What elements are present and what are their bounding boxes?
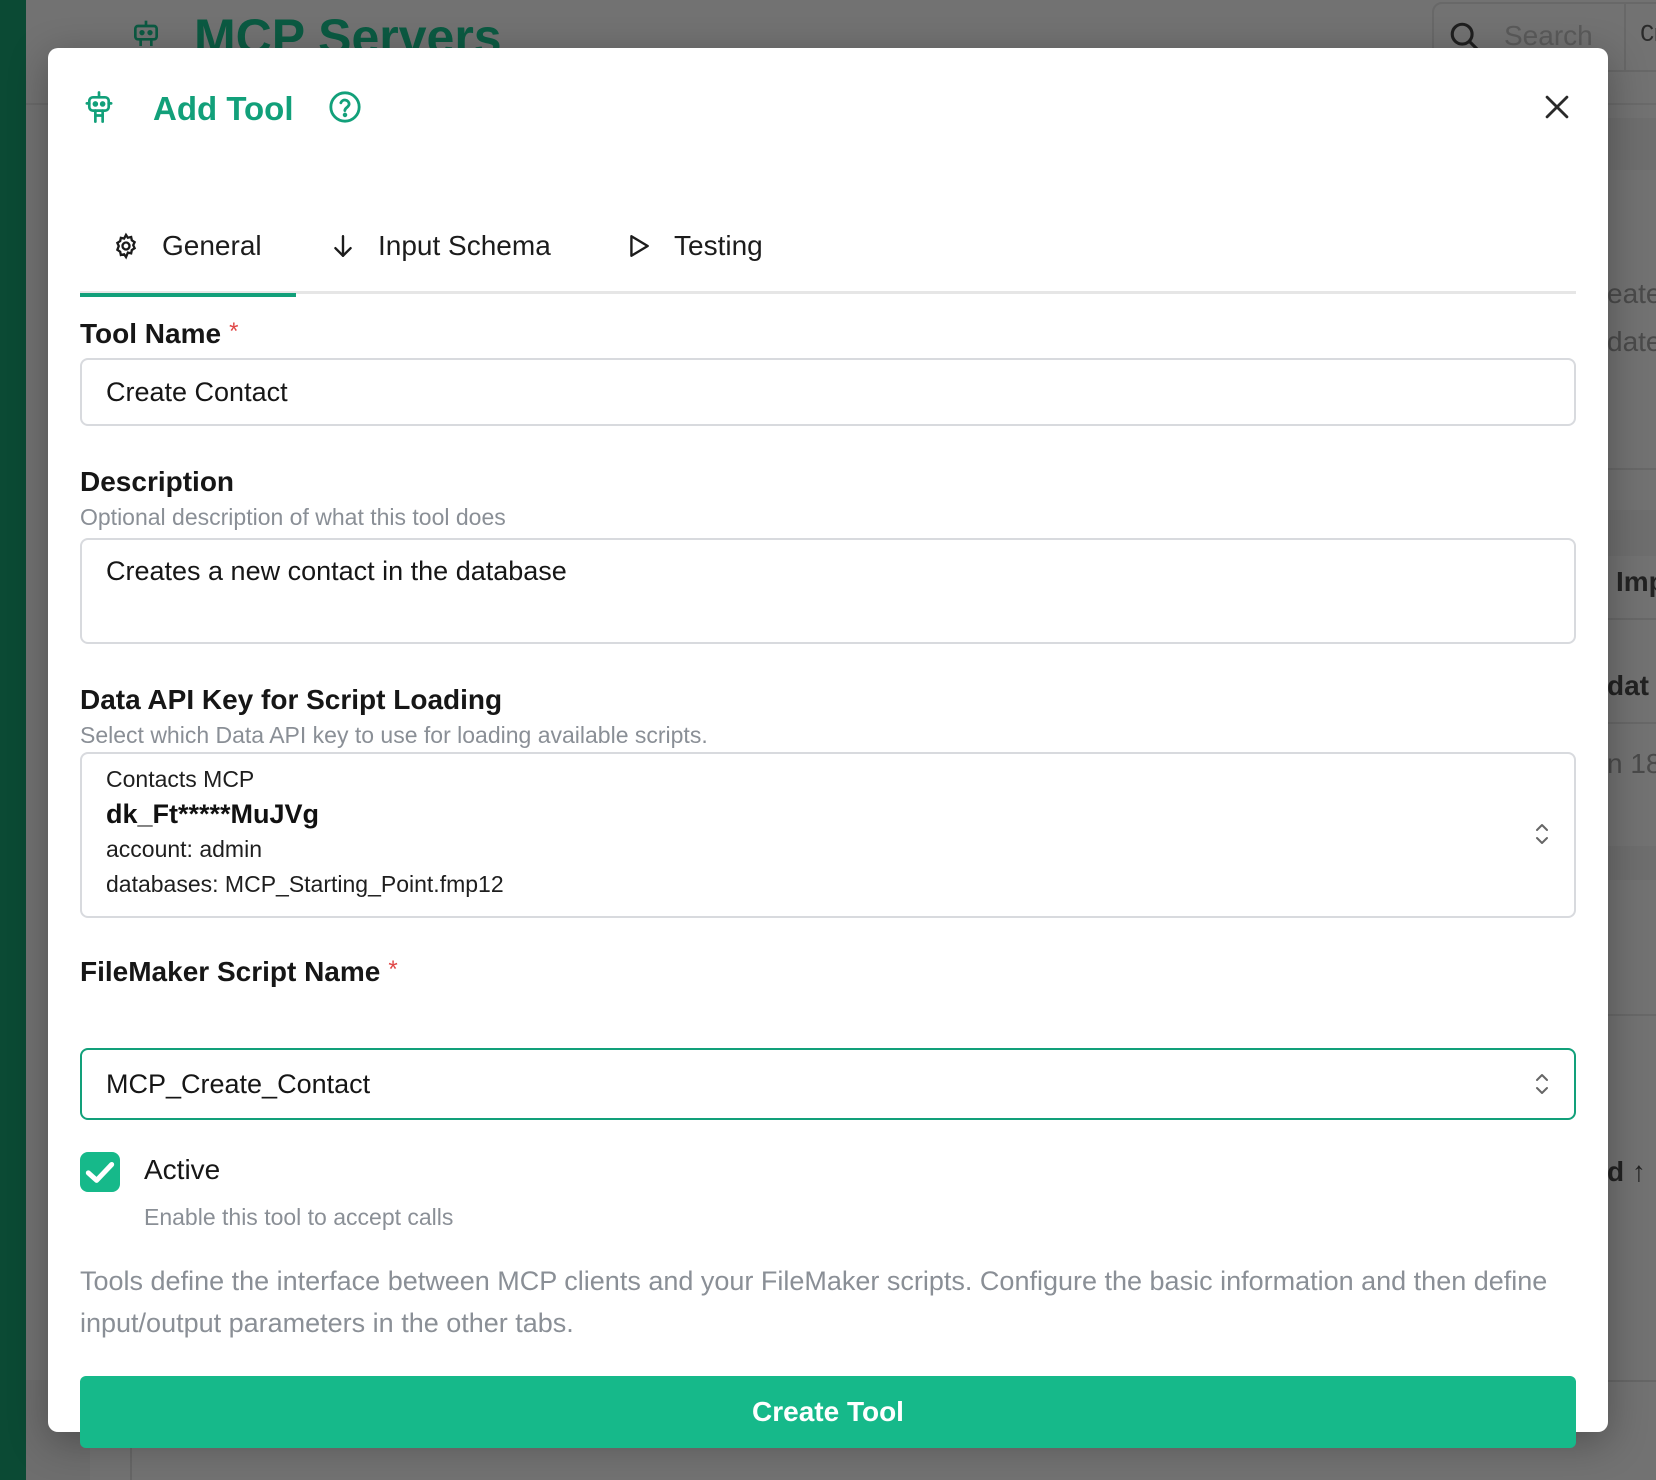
label-text: Tool Name xyxy=(80,318,222,349)
help-icon[interactable] xyxy=(328,90,362,124)
active-hint: Enable this tool to accept calls xyxy=(144,1204,454,1230)
api-key-name: Contacts MCP xyxy=(106,766,255,792)
tab-input-schema[interactable]: Input Schema xyxy=(330,198,551,294)
close-icon[interactable] xyxy=(1540,90,1574,124)
tool-name-input[interactable] xyxy=(80,358,1576,426)
modal-header: Add Tool xyxy=(48,48,1608,168)
api-key-value: dk_Ft*****MuJVg xyxy=(106,799,320,829)
description-textarea[interactable]: Creates a new contact in the database xyxy=(80,538,1576,644)
tab-testing[interactable]: Testing xyxy=(626,198,763,294)
script-name-value: MCP_Create_Contact xyxy=(106,1069,371,1099)
robot-icon xyxy=(85,91,113,123)
checkmark-icon xyxy=(85,1162,115,1183)
api-key-account: account: admin xyxy=(106,836,262,862)
script-name-select[interactable]: MCP_Create_Contact xyxy=(80,1048,1576,1120)
search-shortcut: Cmd xyxy=(1624,4,1656,70)
bg-text-fragment: Imp xyxy=(1616,566,1656,597)
chevron-up-down-icon xyxy=(1536,1074,1548,1094)
tab-bar: General Input Schema Testing xyxy=(80,198,1576,297)
robot-icon xyxy=(134,20,158,46)
tab-label: General xyxy=(162,230,262,261)
chevron-up-down-icon xyxy=(1536,824,1548,844)
required-marker: * xyxy=(229,318,239,345)
api-key-select[interactable]: Contacts MCP dk_Ft*****MuJVg account: ad… xyxy=(80,752,1576,918)
bg-band xyxy=(1606,118,1656,170)
app-sidebar xyxy=(0,0,26,1480)
bg-text-fragment: date xyxy=(1607,326,1656,357)
tab-label: Testing xyxy=(674,230,763,261)
bg-text-fragment: eate xyxy=(1607,278,1656,309)
label-text: FileMaker Script Name xyxy=(80,956,381,987)
tab-general[interactable]: General xyxy=(80,198,296,297)
gear-icon xyxy=(115,232,137,260)
tab-label: Input Schema xyxy=(378,230,551,261)
add-tool-modal: Add Tool General Input Schema Testing To… xyxy=(48,48,1608,1448)
modal-title: Add Tool xyxy=(153,90,294,127)
info-text: Tools define the interface between MCP c… xyxy=(80,1266,1548,1338)
arrow-down-icon xyxy=(334,235,352,257)
bg-band xyxy=(1606,846,1656,880)
play-icon xyxy=(630,235,649,257)
bg-divider xyxy=(1606,618,1656,620)
script-name-label: FileMaker Script Name * xyxy=(80,956,398,988)
active-checkbox[interactable] xyxy=(80,1152,120,1192)
tool-name-label: Tool Name * xyxy=(80,318,238,350)
description-label: Description xyxy=(80,466,235,497)
active-label: Active xyxy=(144,1154,221,1185)
bg-band xyxy=(1606,510,1656,556)
bg-divider xyxy=(1606,468,1656,470)
required-marker: * xyxy=(388,956,398,983)
api-key-hint: Select which Data API key to use for loa… xyxy=(80,722,708,748)
bg-divider xyxy=(1606,722,1656,724)
create-tool-button[interactable]: Create Tool xyxy=(80,1376,1576,1448)
bg-text-fragment: d ↑ xyxy=(1607,1156,1646,1187)
description-hint: Optional description of what this tool d… xyxy=(80,504,506,530)
bg-text-fragment: n 18 xyxy=(1607,748,1656,779)
bg-divider xyxy=(1606,1014,1656,1016)
bg-text-fragment: dat xyxy=(1607,670,1649,701)
api-key-label: Data API Key for Script Loading xyxy=(80,684,503,715)
api-key-databases: databases: MCP_Starting_Point.fmp12 xyxy=(106,871,504,897)
